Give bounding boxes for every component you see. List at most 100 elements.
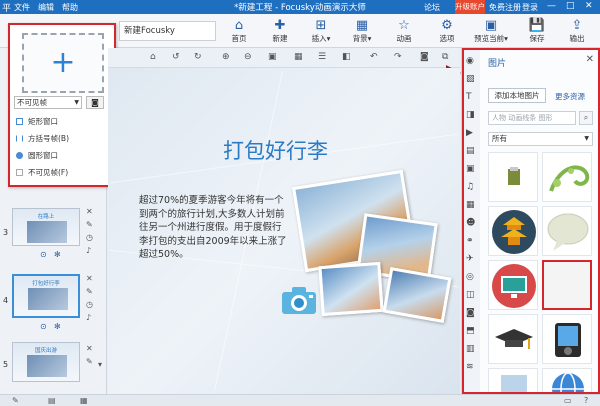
video-icon[interactable]: ▶: [466, 128, 473, 138]
zoom-out-icon[interactable]: ⊖: [244, 52, 252, 62]
zoom-in-icon[interactable]: ⊕: [222, 52, 230, 62]
menu-file[interactable]: 文件: [14, 2, 30, 13]
new-button[interactable]: ✚ 新建: [261, 17, 299, 47]
image-tile-speech-bubble[interactable]: [542, 206, 592, 256]
rotate-right-icon[interactable]: ↻: [194, 52, 202, 62]
timer-icon[interactable]: ◷: [86, 233, 93, 242]
options-button[interactable]: ⚙ 选项: [428, 17, 466, 47]
image-tile-monitor[interactable]: [488, 260, 538, 310]
image-category-select[interactable]: 所有 ▼: [488, 132, 593, 146]
snapshot-icon[interactable]: ◙: [420, 52, 429, 62]
home-button[interactable]: ⌂ 首页: [220, 17, 258, 47]
monitor-status-icon[interactable]: ▭: [564, 396, 572, 405]
minimize-button[interactable]: —: [547, 1, 556, 11]
ski-photo[interactable]: [318, 261, 384, 317]
undo-icon[interactable]: ↶: [370, 52, 378, 62]
slide-title[interactable]: 打包好行李: [223, 135, 328, 165]
free-register-link[interactable]: 免费注册: [489, 2, 521, 13]
settings-icon[interactable]: ✻: [54, 250, 61, 259]
login-link[interactable]: 登录: [522, 2, 538, 13]
add-frame-button[interactable]: +: [22, 33, 104, 93]
image-tile-partial[interactable]: [488, 368, 538, 394]
add-local-image-button[interactable]: 添加本地图片: [488, 88, 546, 103]
frame-option-bracket[interactable]: 方括号帧(B): [10, 130, 114, 147]
shape-icon[interactable]: ◨: [466, 110, 475, 120]
frame-option-invisible[interactable]: 不可见帧(F): [10, 164, 114, 181]
lock-icon[interactable]: ▣: [268, 52, 277, 62]
settings-icon[interactable]: ✻: [54, 322, 61, 331]
slide-thumbnail-4[interactable]: 打包好行李: [12, 274, 80, 318]
link-icon[interactable]: ⚭: [466, 236, 474, 246]
flash-icon[interactable]: ▣: [466, 164, 475, 174]
table-icon[interactable]: ▦: [466, 200, 475, 210]
timer-icon[interactable]: ◷: [86, 300, 93, 309]
music-icon[interactable]: ♫: [466, 182, 474, 192]
chart-icon[interactable]: ▤: [466, 146, 475, 156]
image-tile-blank-selected[interactable]: [542, 260, 592, 310]
frame-option-circle[interactable]: 圆形窗口: [10, 147, 114, 164]
more-resources-link[interactable]: 更多资源: [555, 91, 585, 102]
layers-icon[interactable]: ≋: [466, 362, 474, 372]
grid-icon[interactable]: ▦: [294, 52, 303, 62]
forum-link[interactable]: 论坛: [424, 2, 440, 13]
plane-icon[interactable]: ✈: [466, 254, 474, 264]
slides-view-icon[interactable]: ▤: [48, 396, 56, 405]
box-icon[interactable]: ◫: [466, 290, 475, 300]
frame-icon[interactable]: ◉: [466, 56, 474, 66]
text-icon[interactable]: T: [466, 92, 472, 102]
grid-view-icon[interactable]: ▦: [80, 396, 88, 405]
image-tile-swirl[interactable]: [542, 152, 592, 202]
upgrade-account-button[interactable]: 升级账户: [455, 0, 485, 14]
kids-photo[interactable]: [382, 266, 452, 324]
maximize-button[interactable]: □: [566, 1, 575, 11]
compass-icon[interactable]: ◎: [466, 272, 474, 282]
slide-canvas[interactable]: 打包好行李 超过70%的夏季游客今年将有一个到两个的旅行计划,大多数人计划前往另…: [108, 68, 460, 394]
camera-small-icon[interactable]: ◙: [466, 308, 475, 318]
edit-slide-icon[interactable]: ✎: [86, 220, 93, 229]
audio-icon[interactable]: ♪: [86, 313, 91, 322]
preview-current-button[interactable]: ▣ 预览当前▾: [470, 17, 512, 47]
camera-icon[interactable]: ◙: [86, 96, 104, 109]
background-button[interactable]: ▦ 背景▾: [343, 17, 381, 47]
book-icon[interactable]: ▥: [466, 344, 475, 354]
export-button[interactable]: ⇪ 输出: [558, 17, 596, 47]
tag-icon[interactable]: ⬒: [466, 326, 475, 336]
frame-option-rectangle[interactable]: 矩形窗口: [10, 113, 114, 130]
menu-edit[interactable]: 编辑: [38, 2, 54, 13]
image-tile-globe[interactable]: [542, 368, 592, 394]
frame-type-select[interactable]: 不可见帧 ▼: [14, 96, 82, 109]
help-icon[interactable]: ?: [584, 396, 588, 405]
project-name-field[interactable]: 新建Focusky: [119, 21, 216, 41]
scroll-down-icon[interactable]: ▾: [98, 360, 102, 369]
play-icon[interactable]: ⊙: [40, 322, 47, 331]
align-icon[interactable]: ☰: [318, 52, 326, 62]
image-tile-ipod[interactable]: [542, 314, 592, 364]
edit-icon[interactable]: ✎: [12, 396, 19, 405]
slide-thumbnail-5[interactable]: 国庆出游: [12, 342, 80, 382]
copy-icon[interactable]: ⧉: [442, 52, 448, 62]
rotate-left-icon[interactable]: ↺: [172, 52, 180, 62]
edit-slide-icon[interactable]: ✎: [86, 287, 93, 296]
close-icon[interactable]: ✕: [586, 54, 594, 65]
animation-button[interactable]: ☆ 动画: [385, 17, 423, 47]
save-button[interactable]: 💾 保存: [518, 17, 556, 47]
slide-thumbnail-3[interactable]: 在路上: [12, 208, 80, 246]
image-search-input[interactable]: 人物 动画线条 图形: [488, 111, 576, 125]
image-tile-clipboard[interactable]: [488, 152, 538, 202]
edit-slide-icon[interactable]: ✎: [86, 357, 93, 366]
play-icon[interactable]: ⊙: [40, 250, 47, 259]
image-tile-pagoda[interactable]: [488, 206, 538, 256]
people-icon[interactable]: ☻: [466, 218, 475, 228]
image-tile-graduation[interactable]: [488, 314, 538, 364]
close-button[interactable]: ✕: [585, 1, 593, 11]
close-slide-icon[interactable]: ✕: [86, 207, 93, 216]
close-slide-icon[interactable]: ✕: [86, 344, 93, 353]
slide-body-text[interactable]: 超过70%的夏季游客今年将有一个到两个的旅行计划,大多数人计划前往另一个州进行度…: [139, 194, 287, 262]
search-icon[interactable]: ⌕: [579, 111, 593, 125]
close-slide-icon[interactable]: ✕: [86, 274, 93, 283]
menu-help[interactable]: 帮助: [62, 2, 78, 13]
insert-button[interactable]: ⊞ 插入▾: [302, 17, 340, 47]
audio-icon[interactable]: ♪: [86, 246, 91, 255]
home-view-icon[interactable]: ⌂: [150, 52, 156, 62]
layer-icon[interactable]: ◧: [342, 52, 351, 62]
